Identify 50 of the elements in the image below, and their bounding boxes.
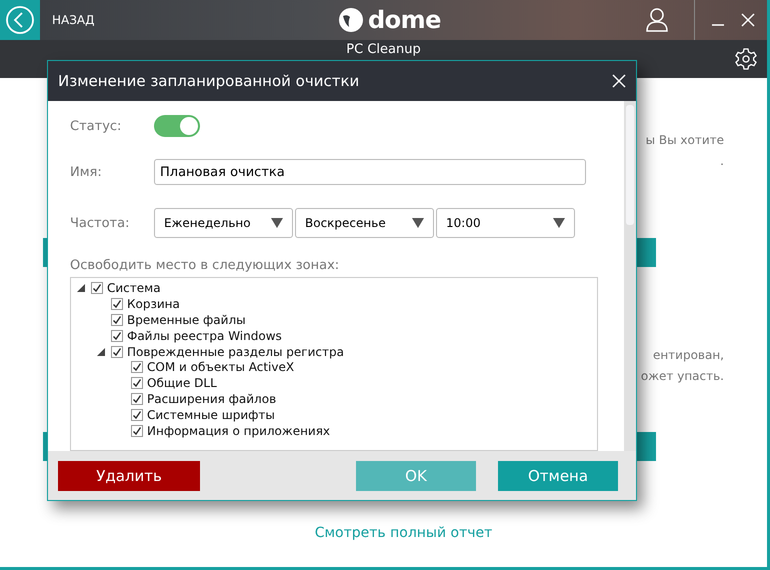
- tree-item-label[interactable]: COM и объекты ActiveX: [147, 360, 294, 374]
- description-text: ожет упасть.: [640, 368, 724, 385]
- dropdown-caret-icon: [271, 218, 283, 228]
- status-label: Статус:: [70, 118, 122, 134]
- checkbox[interactable]: [131, 377, 143, 390]
- expanded-triangle-icon[interactable]: [77, 284, 85, 292]
- dropdown-caret-icon: [553, 218, 565, 228]
- back-label[interactable]: НАЗАД: [52, 13, 95, 27]
- checkbox[interactable]: [131, 424, 143, 437]
- dropdown[interactable]: Еженедельно: [154, 208, 293, 238]
- checkbox[interactable]: [131, 361, 143, 374]
- tree-item-label[interactable]: Расширения файлов: [147, 392, 276, 406]
- logo-text: dome: [368, 6, 441, 34]
- description-text: ентирован,: [652, 347, 724, 364]
- description-text: .: [720, 153, 724, 170]
- tree-item-label[interactable]: Информация о приложениях: [147, 424, 330, 438]
- tree-item-label[interactable]: Система: [107, 280, 161, 295]
- settings-icon[interactable]: [735, 48, 757, 70]
- checkbox[interactable]: [111, 314, 123, 326]
- tree-item-label[interactable]: Файлы реестра Windows: [127, 328, 282, 343]
- scrollbar[interactable]: [624, 101, 636, 451]
- expanded-triangle-icon[interactable]: [97, 348, 105, 356]
- checkbox[interactable]: [111, 330, 123, 342]
- checkbox[interactable]: [131, 409, 143, 422]
- tree-item-label[interactable]: Временные файлы: [127, 312, 246, 327]
- frequency-label: Частота:: [70, 216, 130, 230]
- zones-label: Освободить место в следующих зонах:: [70, 258, 340, 273]
- checkbox[interactable]: [111, 346, 123, 358]
- status-toggle[interactable]: [154, 115, 200, 137]
- close-icon[interactable]: [612, 74, 626, 88]
- page-title: PC Cleanup: [346, 42, 421, 58]
- name-label: Имя:: [70, 164, 103, 180]
- close-icon[interactable]: [741, 13, 755, 27]
- back-button[interactable]: [0, 0, 40, 40]
- tree-item-label[interactable]: Системные шрифты: [147, 408, 275, 422]
- dropdown-caret-icon: [412, 218, 424, 228]
- dropdown[interactable]: Воскресенье: [295, 208, 434, 238]
- tree-item-label[interactable]: Корзина: [127, 296, 180, 311]
- checkbox[interactable]: [111, 298, 123, 310]
- tree-item-label[interactable]: Общие DLL: [147, 376, 217, 390]
- user-icon[interactable]: [646, 8, 668, 32]
- checkbox[interactable]: [131, 393, 143, 406]
- dialog-title: Изменение запланированной очистки: [58, 72, 360, 90]
- dropdown[interactable]: 10:00: [436, 208, 575, 238]
- logo-icon: [338, 7, 364, 33]
- description-text: ы Вы хотите: [646, 132, 724, 149]
- checkbox[interactable]: [91, 282, 103, 294]
- tree-item-label[interactable]: Поврежденные разделы регистра: [127, 344, 344, 358]
- name-input[interactable]: Плановая очистка: [154, 159, 586, 185]
- delete-button[interactable]: Удалить: [58, 460, 200, 490]
